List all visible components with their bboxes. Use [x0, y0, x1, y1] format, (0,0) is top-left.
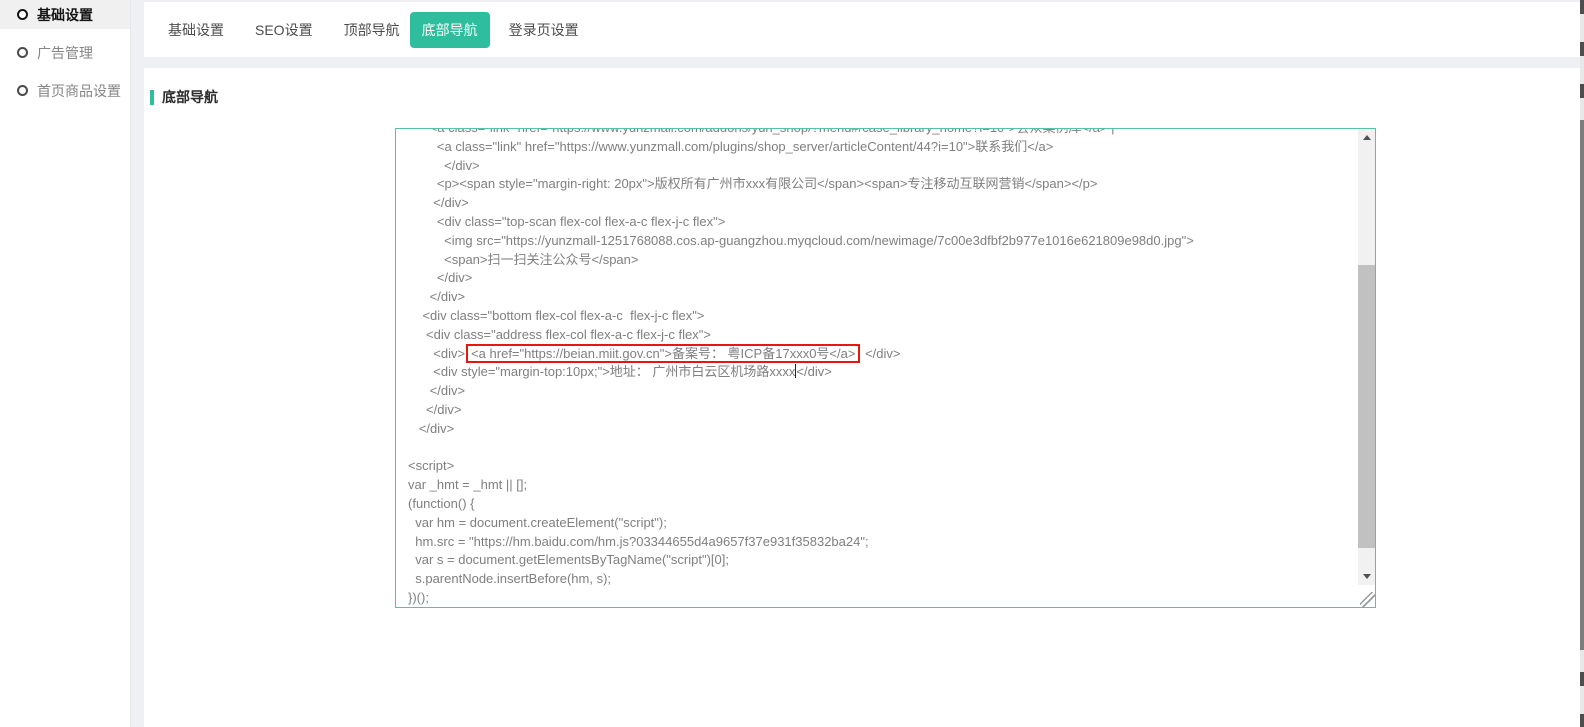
content-panel: 底部导航 <a class="link" href="https://www.y…	[144, 68, 1580, 727]
tab-basic-settings[interactable]: 基础设置	[168, 20, 224, 40]
sidebar-item-basic-settings[interactable]: 基础设置	[0, 0, 130, 29]
code-line: </div>	[408, 269, 1356, 288]
page-title: 底部导航	[162, 87, 218, 107]
code-line: hm.src = "https://hm.baidu.com/hm.js?033…	[408, 533, 1356, 552]
sidebar: 基础设置 广告管理 首页商品设置	[0, 0, 131, 727]
code-line: (function() {	[408, 495, 1356, 514]
chevron-up-icon	[1363, 135, 1371, 140]
code-line: <p><span style="margin-right: 20px">版权所有…	[408, 175, 1356, 194]
section-accent-bar	[150, 90, 154, 105]
code-line: <a class="link" href="https://www.yunzma…	[408, 128, 1356, 138]
footer-html-textarea[interactable]: <a class="link" href="https://www.yunzma…	[395, 128, 1376, 608]
code-line	[408, 439, 1356, 458]
scrollbar-thumb[interactable]	[1358, 265, 1375, 548]
sidebar-item-label: 基础设置	[37, 5, 93, 25]
textarea-resize-grip[interactable]	[1360, 592, 1375, 607]
section-header: 底部导航	[150, 87, 218, 107]
code-line: <div class="address flex-col flex-a-c fl…	[408, 326, 1356, 345]
tab-login-page-settings[interactable]: 登录页设置	[509, 20, 579, 40]
code-line: <div><a href="https://beian.miit.gov.cn"…	[408, 345, 1356, 364]
tab-seo-settings[interactable]: SEO设置	[255, 20, 313, 40]
code-line: <div class="top-scan flex-col flex-a-c f…	[408, 213, 1356, 232]
code-line: <a class="link" href="https://www.yunzma…	[408, 138, 1356, 157]
code-line: var hm = document.createElement("script"…	[408, 514, 1356, 533]
tab-bottom-nav[interactable]: 底部导航	[410, 12, 490, 48]
sidebar-item-ad-management[interactable]: 广告管理	[0, 38, 130, 67]
scroll-up-button[interactable]	[1358, 129, 1375, 146]
code-line: </div>	[408, 194, 1356, 213]
chevron-down-icon	[1363, 574, 1371, 579]
textarea-scrollbar[interactable]	[1358, 129, 1375, 585]
red-highlight-box: <a href="https://beian.miit.gov.cn">备案号：…	[466, 344, 860, 363]
code-line: </div>	[408, 420, 1356, 439]
code-line: </div>	[408, 382, 1356, 401]
tab-bar: 基础设置 SEO设置 顶部导航 底部导航 登录页设置	[144, 2, 1580, 57]
code-line: <span>扫一扫关注公众号</span>	[408, 251, 1356, 270]
circle-icon	[17, 47, 28, 58]
code-line: </div>	[408, 401, 1356, 420]
code-content: <a class="link" href="https://www.yunzma…	[408, 128, 1356, 608]
code-line: <div class="bottom flex-col flex-a-c fle…	[408, 307, 1356, 326]
screen-edge-artifact	[1580, 0, 1584, 727]
code-line: var _hmt = _hmt || [];	[408, 476, 1356, 495]
code-line: <div style="margin-top:10px;">地址： 广州市白云区…	[408, 363, 1356, 382]
circle-icon	[17, 9, 28, 20]
scroll-down-button[interactable]	[1358, 568, 1375, 585]
sidebar-item-label: 广告管理	[37, 43, 93, 63]
sidebar-item-homepage-products[interactable]: 首页商品设置	[0, 76, 130, 105]
tab-top-nav[interactable]: 顶部导航	[344, 20, 400, 40]
code-line: </div>	[408, 157, 1356, 176]
scrollbar-track[interactable]	[1358, 146, 1375, 568]
code-line: <script>	[408, 457, 1356, 476]
code-line: <img src="https://yunzmall-1251768088.co…	[408, 232, 1356, 251]
code-line: var s = document.getElementsByTagName("s…	[408, 551, 1356, 570]
circle-icon	[17, 85, 28, 96]
code-line: s.parentNode.insertBefore(hm, s);	[408, 570, 1356, 589]
code-line: })();	[408, 589, 1356, 608]
sidebar-item-label: 首页商品设置	[37, 81, 121, 101]
code-line: </div>	[408, 288, 1356, 307]
